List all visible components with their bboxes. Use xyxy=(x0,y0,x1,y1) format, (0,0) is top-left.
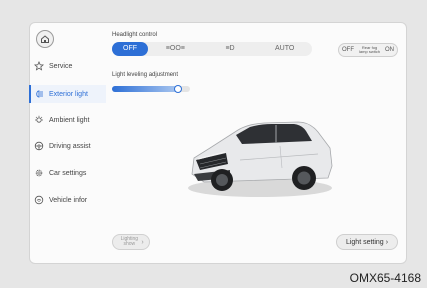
figure-code: OMX65-4168 xyxy=(349,271,421,285)
chevron-right-icon: › xyxy=(141,238,144,246)
home-icon xyxy=(41,35,49,43)
sidebar-item-label: Driving assist xyxy=(49,142,91,150)
sidebar-item-vehicle-info[interactable]: Vehicle infor xyxy=(34,191,87,209)
headlight-option-position[interactable]: ≡OO≡ xyxy=(148,42,203,56)
headlight-icon xyxy=(34,89,44,99)
info-icon xyxy=(34,195,44,205)
bulb-icon xyxy=(34,115,44,125)
headlight-control-label: Headlight control xyxy=(112,32,158,38)
sidebar-item-driving-assist[interactable]: Driving assist xyxy=(34,137,91,155)
lighting-show-label: Lighting show xyxy=(120,236,139,247)
slider-knob[interactable] xyxy=(174,85,183,93)
light-setting-button[interactable]: Light setting › xyxy=(336,234,398,250)
steering-wheel-icon xyxy=(34,141,44,151)
sidebar-item-car-settings[interactable]: Car settings xyxy=(34,164,86,182)
headlight-option-low-beam[interactable]: ≡D xyxy=(203,42,258,56)
light-leveling-label: Light leveling adjustment xyxy=(112,72,179,78)
star-icon xyxy=(34,61,44,71)
headlight-mode-selector[interactable]: OFF ≡OO≡ ≡D AUTO xyxy=(112,42,312,56)
sidebar-item-label: Service xyxy=(49,62,73,70)
light-setting-label: Light setting xyxy=(345,238,384,246)
sidebar-item-ambient-light[interactable]: Ambient light xyxy=(34,111,89,129)
rear-fog-title: Rear fog lamp switch xyxy=(359,45,380,54)
rear-fog-on-label: ON xyxy=(385,47,394,53)
light-leveling-slider[interactable] xyxy=(112,85,190,93)
vehicle-image xyxy=(188,121,333,197)
headlight-option-off[interactable]: OFF xyxy=(112,42,148,56)
gear-icon xyxy=(34,168,44,178)
sidebar-item-exterior-light[interactable]: Exterior light xyxy=(29,85,106,103)
sidebar-item-label: Vehicle infor xyxy=(49,196,88,204)
sidebar-item-label: Car settings xyxy=(49,169,87,177)
slider-fill xyxy=(112,86,179,92)
sidebar-item-service[interactable]: Service xyxy=(34,57,72,75)
home-button[interactable] xyxy=(36,30,54,48)
rear-fog-lamp-switch[interactable]: OFF Rear fog lamp switch ON xyxy=(338,43,398,57)
rear-fog-off-label: OFF xyxy=(342,47,354,53)
lighting-show-button[interactable]: Lighting show › xyxy=(112,234,150,250)
sidebar-item-label: Exterior light xyxy=(49,90,88,98)
headlight-option-auto[interactable]: AUTO xyxy=(257,42,312,56)
sidebar-item-label: Ambient light xyxy=(49,116,90,124)
chevron-right-icon: › xyxy=(385,238,389,246)
